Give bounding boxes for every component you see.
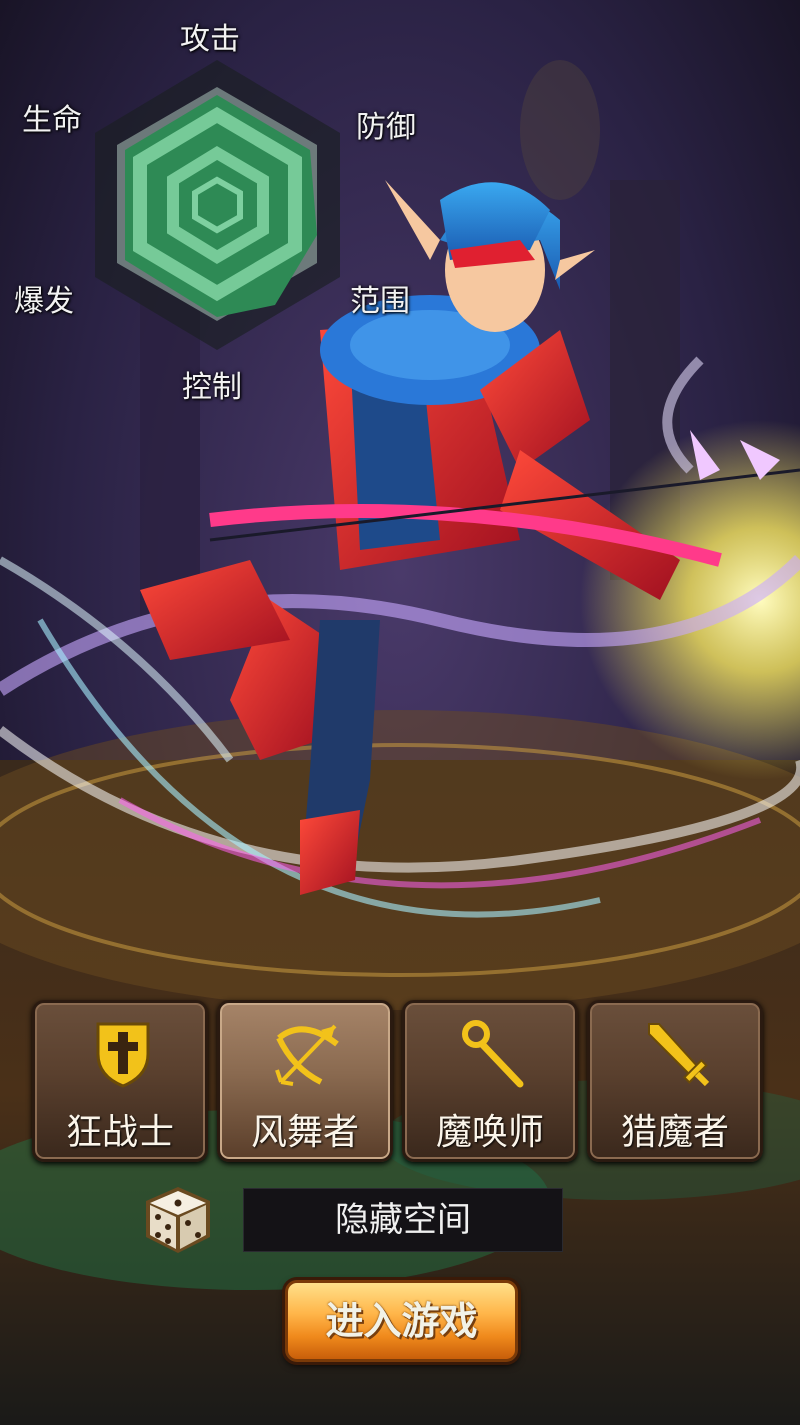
class-selector: 狂战士 风舞者 魔唤师 猎魔者	[32, 1000, 767, 1165]
class-label: 风舞者	[250, 1112, 359, 1153]
server-name-field[interactable]: 隐藏空间	[243, 1188, 563, 1252]
enter-game-button[interactable]: 进入游戏	[285, 1280, 518, 1362]
shield-cross-icon	[96, 1022, 150, 1088]
radar-label-burst: 爆发	[14, 284, 74, 319]
bow-arrow-icon	[275, 1024, 339, 1086]
random-dice-button[interactable]	[142, 1183, 214, 1255]
radar-label-attack: 攻击	[180, 22, 240, 57]
enter-game-label: 进入游戏	[325, 1299, 478, 1343]
class-button-summoner[interactable]: 魔唤师	[402, 1000, 578, 1162]
class-button-berserker[interactable]: 狂战士	[32, 1000, 208, 1162]
class-button-wind-dancer[interactable]: 风舞者	[217, 1000, 393, 1162]
radar-label-range: 范围	[350, 284, 410, 319]
radar-label-defense: 防御	[356, 110, 416, 145]
sword-icon	[648, 1023, 710, 1087]
class-button-demon-hunter[interactable]: 猎魔者	[587, 1000, 763, 1162]
class-label: 猎魔者	[620, 1112, 729, 1153]
radar-label-life: 生命	[22, 103, 82, 138]
magic-staff-icon	[462, 1020, 524, 1088]
class-label: 魔唤师	[435, 1112, 544, 1153]
radar-label-control: 控制	[182, 370, 242, 405]
class-label: 狂战士	[65, 1112, 174, 1153]
stats-radar-chart	[95, 60, 340, 350]
